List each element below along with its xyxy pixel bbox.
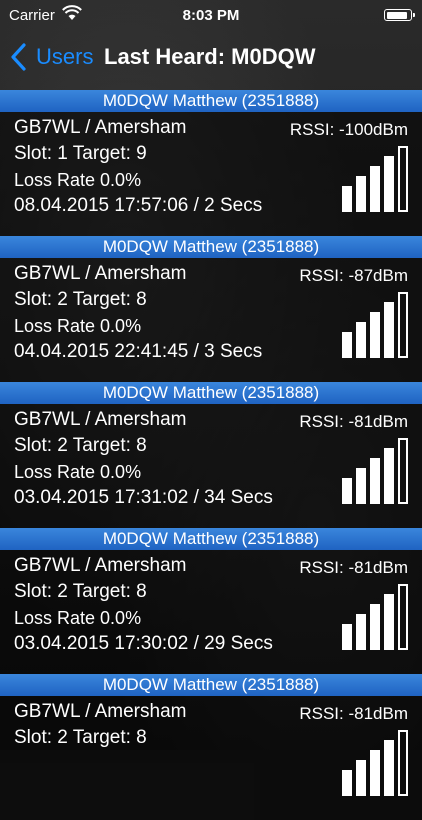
signal-strength-icon [342, 292, 408, 358]
signal-bar [384, 302, 394, 358]
signal-bar [370, 166, 380, 212]
signal-bar [356, 322, 366, 358]
repeater-name: GB7WL / Amersham [14, 409, 187, 430]
signal-bar [384, 740, 394, 796]
signal-bar [342, 624, 352, 650]
list-item[interactable]: M0DQW Matthew (2351888) GB7WL / Amersham… [0, 382, 422, 528]
signal-bar [342, 332, 352, 358]
repeater-name: GB7WL / Amersham [14, 117, 187, 138]
signal-bar [356, 176, 366, 212]
entry-body: GB7WL / Amersham RSSI: -81dBm Slot: 2 Ta… [0, 550, 422, 674]
entry-header: M0DQW Matthew (2351888) [0, 674, 422, 696]
last-heard-time: 04.04.2015 22:41:45 / 3 Secs [14, 341, 263, 362]
back-button[interactable]: Users [10, 42, 93, 72]
entry-body: GB7WL / Amersham RSSI: -87dBm Slot: 2 Ta… [0, 258, 422, 382]
battery-icon [384, 9, 415, 21]
repeater-name: GB7WL / Amersham [14, 555, 187, 576]
last-heard-list: M0DQW Matthew (2351888) GB7WL / Amersham… [0, 90, 422, 820]
last-heard-time: 08.04.2015 17:57:06 / 2 Secs [14, 195, 263, 216]
rssi-value: RSSI: -100dBm [289, 120, 408, 139]
list-item[interactable]: M0DQW Matthew (2351888) GB7WL / Amersham… [0, 528, 422, 674]
back-button-label: Users [36, 44, 94, 69]
rssi-value: RSSI: -87dBm [299, 266, 408, 285]
loss-rate: Loss Rate 0.0% [14, 170, 142, 190]
signal-bar [356, 614, 366, 650]
signal-bar [398, 730, 408, 796]
signal-bar [356, 468, 366, 504]
signal-bar [342, 770, 352, 796]
slot-target: Slot: 2 Target: 8 [14, 581, 147, 602]
list-item[interactable]: M0DQW Matthew (2351888) GB7WL / Amersham… [0, 236, 422, 382]
signal-strength-icon [342, 146, 408, 212]
repeater-name: GB7WL / Amersham [14, 701, 187, 722]
signal-bar [370, 604, 380, 650]
rssi-value: RSSI: -81dBm [299, 704, 408, 723]
list-item[interactable]: M0DQW Matthew (2351888) GB7WL / Amersham… [0, 90, 422, 236]
signal-bar [398, 584, 408, 650]
signal-bar [398, 438, 408, 504]
page-title: Last Heard: M0DQW [104, 44, 316, 69]
signal-bar [370, 312, 380, 358]
chevron-left-icon [11, 43, 26, 71]
signal-strength-icon [342, 730, 408, 796]
list-item[interactable]: M0DQW Matthew (2351888) GB7WL / Amersham… [0, 674, 422, 820]
signal-bar [342, 186, 352, 212]
entry-body: GB7WL / Amersham RSSI: -81dBm Slot: 2 Ta… [0, 696, 422, 820]
signal-bar [398, 146, 408, 212]
entry-body: GB7WL / Amersham RSSI: -81dBm Slot: 2 Ta… [0, 404, 422, 528]
signal-bar [370, 750, 380, 796]
last-heard-time: 03.04.2015 17:31:02 / 34 Secs [14, 487, 273, 508]
slot-target: Slot: 2 Target: 8 [14, 435, 147, 456]
signal-bar [370, 458, 380, 504]
signal-bar [384, 594, 394, 650]
slot-target: Slot: 2 Target: 8 [14, 727, 147, 748]
rssi-value: RSSI: -81dBm [299, 558, 408, 577]
signal-strength-icon [342, 584, 408, 650]
last-heard-time: 03.04.2015 17:30:02 / 29 Secs [14, 633, 273, 654]
loss-rate: Loss Rate 0.0% [14, 316, 142, 336]
slot-target: Slot: 1 Target: 9 [14, 143, 147, 164]
entry-body: GB7WL / Amersham RSSI: -100dBm Slot: 1 T… [0, 112, 422, 236]
clock: 8:03 PM [182, 7, 240, 24]
entry-header: M0DQW Matthew (2351888) [0, 236, 422, 258]
entry-header: M0DQW Matthew (2351888) [0, 528, 422, 550]
status-bar: Carrier 8:03 PM [0, 0, 422, 30]
loss-rate: Loss Rate 0.0% [14, 608, 142, 628]
entry-header: M0DQW Matthew (2351888) [0, 382, 422, 404]
battery-level [386, 11, 408, 19]
loss-rate: Loss Rate 0.0% [14, 462, 142, 482]
signal-bar [384, 156, 394, 212]
rssi-value: RSSI: -81dBm [299, 412, 408, 431]
navigation-bar: Users Last Heard: M0DQW [0, 30, 422, 86]
signal-strength-icon [342, 438, 408, 504]
slot-target: Slot: 2 Target: 8 [14, 289, 147, 310]
signal-bar [384, 448, 394, 504]
signal-bar [398, 292, 408, 358]
entry-header: M0DQW Matthew (2351888) [0, 90, 422, 112]
signal-bar [342, 478, 352, 504]
signal-bar [356, 760, 366, 796]
repeater-name: GB7WL / Amersham [14, 263, 187, 284]
